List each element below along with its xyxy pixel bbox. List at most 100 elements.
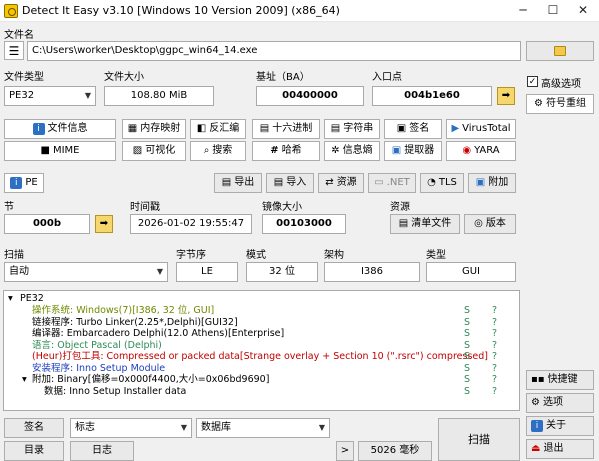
section-count-value[interactable]: 000b [4, 214, 90, 234]
result-signature-link[interactable]: S [464, 374, 470, 385]
base-address-label: 基址（BA） [256, 72, 310, 83]
options-button[interactable]: ⚙ 选项 [526, 393, 594, 413]
result-text: 数据: Inno Setup Installer data [44, 385, 187, 397]
log-button[interactable]: 日志 [70, 441, 134, 461]
visualize-button[interactable]: ▨ 可视化 [122, 141, 186, 161]
about-button[interactable]: i 关于 [526, 416, 594, 436]
result-signature-link[interactable]: S [464, 363, 470, 374]
database-value: 数据库 [201, 422, 231, 433]
shortcuts-button[interactable]: ▪▪ 快捷键 [526, 370, 594, 390]
info-icon: i [531, 420, 543, 432]
file-size-value: 108.80 MiB [104, 86, 214, 106]
scan-mode-select[interactable]: 自动 ▼ [4, 262, 168, 282]
resources-icon: ⇄ [325, 177, 334, 188]
log-flags-select[interactable]: 标志 ▼ [70, 418, 192, 438]
result-row[interactable]: 操作系统: Windows(7)[I386, 32 位, GUI] S? [4, 305, 519, 316]
database-select[interactable]: 数据库 ▼ [196, 418, 330, 438]
chevron-down-icon: ▼ [318, 423, 325, 432]
result-row[interactable]: 链接程序: Turbo Linker(2.25*,Delphi)[GUI32] S… [4, 317, 519, 328]
file-menu-icon[interactable]: ☰ [4, 41, 24, 60]
entry-point-value[interactable]: 004b1e60 [372, 86, 492, 106]
entry-point-go-button[interactable]: ➡ [497, 87, 515, 105]
pe-button[interactable]: i PE [4, 173, 44, 193]
signature-button[interactable]: ▣ 签名 [384, 119, 442, 139]
info-icon: i [32, 123, 45, 135]
strings-button[interactable]: ▤ 字符串 [324, 119, 380, 139]
resources-button[interactable]: ⇄ 资源 [318, 173, 364, 193]
disassembly-button[interactable]: ◧ 反汇编 [190, 119, 246, 139]
chevron-down-icon: ▼ [156, 267, 163, 276]
results-tree[interactable]: ▾ PE32 操作系统: Windows(7)[I386, 32 位, GUI]… [3, 290, 520, 411]
memory-map-button[interactable]: ▦ 内存映射 [122, 119, 186, 139]
overlay-button[interactable]: ▣ 附加 [468, 173, 516, 193]
result-help-link[interactable]: ? [492, 351, 497, 362]
result-signature-link[interactable]: S [464, 305, 470, 316]
collapse-icon[interactable]: ▾ [22, 374, 27, 385]
disassembly-icon: ◧ [196, 123, 207, 134]
scan-label: 扫描 [4, 250, 24, 261]
close-button[interactable]: ✕ [568, 0, 598, 22]
result-signature-link[interactable]: S [464, 351, 470, 362]
result-text: 安装程序: Inno Setup Module [32, 362, 166, 374]
tree-root-label: PE32 [20, 293, 44, 304]
result-row[interactable]: (Heur)打包工具: Compressed or packed data[St… [4, 351, 519, 362]
hex-button[interactable]: ▤ 十六进制 [252, 119, 320, 139]
scan-button[interactable]: 扫描 [438, 418, 520, 461]
result-help-link[interactable]: ? [492, 363, 497, 374]
result-text: 操作系统: Windows(7)[I386, 32 位, GUI] [32, 305, 215, 316]
result-row[interactable]: ▾ 附加: Binary[偏移=0x000f4400,大小=0x06bd9690]… [4, 374, 519, 385]
base-address-value[interactable]: 00400000 [256, 86, 364, 106]
hash-button[interactable]: # 哈希 [252, 141, 320, 161]
result-row[interactable]: 编译器: Embarcadero Delphi(12.0 Athens)[Ent… [4, 328, 519, 339]
signature-bottom-button[interactable]: 签名 [4, 418, 64, 438]
result-signature-link[interactable]: S [464, 386, 470, 397]
tree-root-row[interactable]: ▾ PE32 [4, 293, 519, 304]
hex-icon: ▤ [259, 123, 270, 134]
advanced-checkbox[interactable]: ✓ [527, 76, 538, 87]
minimize-button[interactable]: ─ [508, 0, 538, 22]
image-size-value[interactable]: 00103000 [262, 214, 346, 234]
file-type-select[interactable]: PE32 ▼ [4, 86, 96, 106]
result-help-link[interactable]: ? [492, 340, 497, 351]
yara-button[interactable]: ◉ YARA [446, 141, 516, 161]
result-signature-link[interactable]: S [464, 340, 470, 351]
import-button[interactable]: ▤ 导入 [266, 173, 314, 193]
sections-go-button[interactable]: ➡ [95, 215, 113, 233]
result-signature-link[interactable]: S [464, 317, 470, 328]
result-row[interactable]: 数据: Inno Setup Installer data S? [4, 386, 519, 397]
result-signature-link[interactable]: S [464, 328, 470, 339]
result-row[interactable]: 安装程序: Inno Setup Module S? [4, 363, 519, 374]
file-path-input[interactable]: C:\Users\worker\Desktop\ggpc_win64_14.ex… [27, 41, 521, 61]
result-help-link[interactable]: ? [492, 386, 497, 397]
net-button[interactable]: ▭ .NET [368, 173, 416, 193]
strings-icon: ▤ [330, 123, 341, 134]
collapse-icon[interactable]: ▾ [8, 293, 13, 304]
virustotal-button[interactable]: ▶ VirusTotal [446, 119, 516, 139]
directory-button[interactable]: 目录 [4, 441, 64, 461]
search-button[interactable]: ⌕ 搜索 [190, 141, 246, 161]
entropy-button[interactable]: ✲ 信息熵 [324, 141, 380, 161]
result-help-link[interactable]: ? [492, 328, 497, 339]
result-row[interactable]: 语言: Object Pascal (Delphi) S? [4, 340, 519, 351]
title-bar: Detect It Easy v3.10 [Windows 10 Version… [0, 0, 599, 22]
result-help-link[interactable]: ? [492, 317, 497, 328]
result-help-link[interactable]: ? [492, 305, 497, 316]
version-button[interactable]: ◎ 版本 [464, 214, 516, 234]
export-button[interactable]: ▤ 导出 [214, 173, 262, 193]
signature-icon: ▣ [396, 123, 407, 134]
mime-button[interactable]: ■ MIME [4, 141, 116, 161]
result-help-link[interactable]: ? [492, 374, 497, 385]
next-button[interactable]: > [336, 441, 354, 461]
symbol-reorg-button[interactable]: ⚙ 符号重组 [526, 94, 594, 114]
type-label: 类型 [426, 250, 446, 261]
tls-button[interactable]: ◔ TLS [420, 173, 464, 193]
manifest-button[interactable]: ▤ 清单文件 [390, 214, 460, 234]
file-info-button[interactable]: i 文件信息 [4, 119, 116, 139]
file-name-label: 文件名 [4, 30, 34, 41]
exit-button[interactable]: ⏏ 退出 [526, 439, 594, 459]
arch-value: I386 [324, 262, 420, 282]
open-folder-button[interactable] [526, 41, 594, 61]
extractor-button[interactable]: ▣ 提取器 [384, 141, 442, 161]
resources-label: 资源 [390, 202, 410, 213]
maximize-button[interactable]: ☐ [538, 0, 568, 22]
